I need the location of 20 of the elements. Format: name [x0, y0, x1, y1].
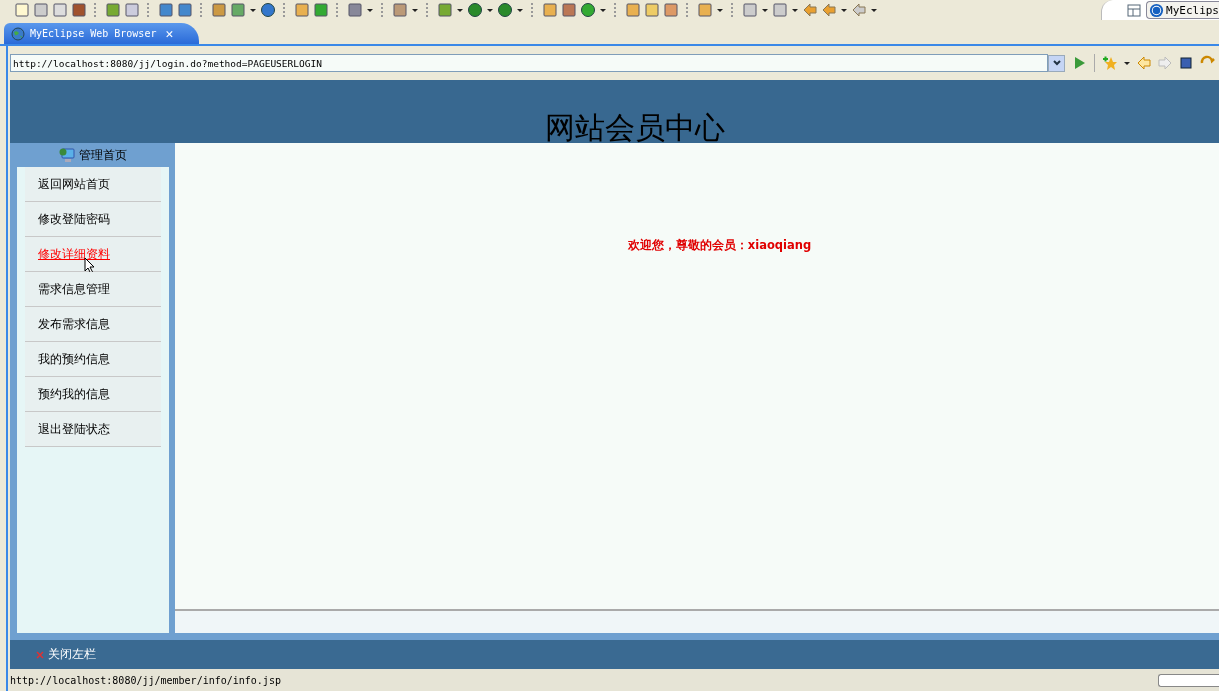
close-icon[interactable]: ✕ [165, 26, 174, 41]
dropdown-icon[interactable] [1048, 54, 1065, 72]
close-icon [35, 649, 45, 660]
m-logo-icon [1149, 2, 1164, 18]
page-title: 网站会员中心 [544, 112, 725, 144]
computer-icon [58, 147, 75, 163]
open-perspective-icon[interactable] [1126, 2, 1142, 18]
close-sidebar-link[interactable]: 关闭左栏 [35, 646, 96, 663]
address-field[interactable]: http://localhost:8080/jj/login.do?method=PAGEUSERLOGIN [10, 54, 1048, 72]
back-icon[interactable] [821, 2, 837, 18]
back-arrow-icon[interactable] [1136, 55, 1152, 71]
stop-icon[interactable] [1178, 55, 1194, 71]
welcome-message: 欢迎您，尊敬的会员：xiaoqiang [627, 238, 812, 254]
back-icon[interactable] [802, 2, 818, 18]
perspective-button[interactable]: MyEclips [1146, 1, 1219, 19]
star-icon[interactable] [1102, 55, 1118, 71]
editor-tab[interactable]: MyEclipse Web Browser ✕ [4, 23, 200, 44]
sidebar-heading: 管理首页 [78, 146, 127, 164]
status-text: http://localhost:8080/jj/member/info/info.jsp [10, 674, 281, 686]
forward-icon[interactable] [851, 2, 867, 18]
